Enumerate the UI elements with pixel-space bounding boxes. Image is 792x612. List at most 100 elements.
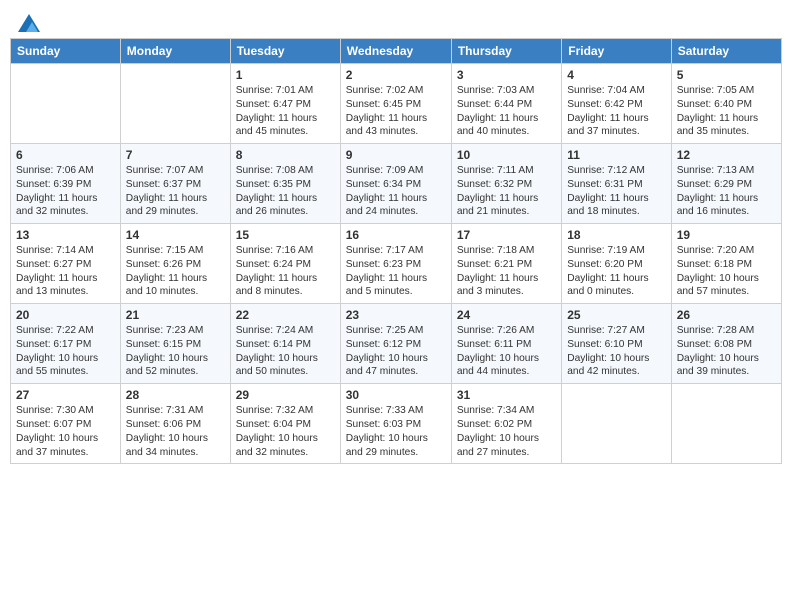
logo-icon [18, 14, 40, 32]
day-content: Sunrise: 7:03 AM Sunset: 6:44 PM Dayligh… [457, 84, 556, 139]
calendar-header: SundayMondayTuesdayWednesdayThursdayFrid… [11, 39, 782, 64]
calendar-cell: 1 Sunrise: 7:01 AM Sunset: 6:47 PM Daylig… [230, 64, 340, 144]
calendar-cell: 2 Sunrise: 7:02 AM Sunset: 6:45 PM Daylig… [340, 64, 451, 144]
day-number: 4 [567, 68, 665, 82]
calendar-week-1: 1 Sunrise: 7:01 AM Sunset: 6:47 PM Daylig… [11, 64, 782, 144]
day-number: 6 [16, 148, 115, 162]
day-number: 25 [567, 308, 665, 322]
day-content: Sunrise: 7:25 AM Sunset: 6:12 PM Dayligh… [346, 324, 446, 379]
calendar-cell: 13 Sunrise: 7:14 AM Sunset: 6:27 PM Dayli… [11, 224, 121, 304]
calendar-week-2: 6 Sunrise: 7:06 AM Sunset: 6:39 PM Daylig… [11, 144, 782, 224]
col-header-wednesday: Wednesday [340, 39, 451, 64]
calendar-cell: 5Sunrise: 7:05 AM Sunset: 6:40 PM Daylig… [671, 64, 781, 144]
col-header-saturday: Saturday [671, 39, 781, 64]
calendar-cell: 16 Sunrise: 7:17 AM Sunset: 6:23 PM Dayli… [340, 224, 451, 304]
calendar-cell: 17 Sunrise: 7:18 AM Sunset: 6:21 PM Dayli… [451, 224, 561, 304]
day-content: Sunrise: 7:02 AM Sunset: 6:45 PM Dayligh… [346, 84, 446, 139]
calendar-cell: 24 Sunrise: 7:26 AM Sunset: 6:11 PM Dayli… [451, 304, 561, 384]
calendar-cell: 26 Sunrise: 7:28 AM Sunset: 6:08 PM Dayli… [671, 304, 781, 384]
day-number: 22 [236, 308, 335, 322]
day-content: Sunrise: 7:13 AM Sunset: 6:29 PM Dayligh… [677, 164, 776, 219]
col-header-tuesday: Tuesday [230, 39, 340, 64]
calendar-cell: 23Sunrise: 7:25 AM Sunset: 6:12 PM Dayli… [340, 304, 451, 384]
day-number: 14 [126, 228, 225, 242]
day-content: Sunrise: 7:08 AM Sunset: 6:35 PM Dayligh… [236, 164, 335, 219]
calendar-cell: 27 Sunrise: 7:30 AM Sunset: 6:07 PM Dayli… [11, 384, 121, 464]
day-number: 5 [677, 68, 776, 82]
day-content: Sunrise: 7:31 AM Sunset: 6:06 PM Dayligh… [126, 404, 225, 459]
day-number: 13 [16, 228, 115, 242]
day-number: 8 [236, 148, 335, 162]
calendar-week-3: 13 Sunrise: 7:14 AM Sunset: 6:27 PM Dayli… [11, 224, 782, 304]
day-content: Sunrise: 7:33 AM Sunset: 6:03 PM Dayligh… [346, 404, 446, 459]
day-content: Sunrise: 7:24 AM Sunset: 6:14 PM Dayligh… [236, 324, 335, 379]
day-number: 9 [346, 148, 446, 162]
day-number: 16 [346, 228, 446, 242]
day-content: Sunrise: 7:07 AM Sunset: 6:37 PM Dayligh… [126, 164, 225, 219]
col-header-friday: Friday [562, 39, 671, 64]
day-content: Sunrise: 7:22 AM Sunset: 6:17 PM Dayligh… [16, 324, 115, 379]
calendar-cell: 3Sunrise: 7:03 AM Sunset: 6:44 PM Daylig… [451, 64, 561, 144]
calendar-cell: 21 Sunrise: 7:23 AM Sunset: 6:15 PM Dayli… [120, 304, 230, 384]
calendar-cell [671, 384, 781, 464]
day-content: Sunrise: 7:11 AM Sunset: 6:32 PM Dayligh… [457, 164, 556, 219]
calendar-cell: 30Sunrise: 7:33 AM Sunset: 6:03 PM Dayli… [340, 384, 451, 464]
day-number: 28 [126, 388, 225, 402]
day-content: Sunrise: 7:09 AM Sunset: 6:34 PM Dayligh… [346, 164, 446, 219]
day-content: Sunrise: 7:19 AM Sunset: 6:20 PM Dayligh… [567, 244, 665, 299]
day-content: Sunrise: 7:20 AM Sunset: 6:18 PM Dayligh… [677, 244, 776, 299]
calendar-cell: 7Sunrise: 7:07 AM Sunset: 6:37 PM Daylig… [120, 144, 230, 224]
calendar-cell: 18 Sunrise: 7:19 AM Sunset: 6:20 PM Dayli… [562, 224, 671, 304]
day-content: Sunrise: 7:17 AM Sunset: 6:23 PM Dayligh… [346, 244, 446, 299]
calendar-week-5: 27 Sunrise: 7:30 AM Sunset: 6:07 PM Dayli… [11, 384, 782, 464]
day-content: Sunrise: 7:27 AM Sunset: 6:10 PM Dayligh… [567, 324, 665, 379]
calendar-cell: 6 Sunrise: 7:06 AM Sunset: 6:39 PM Daylig… [11, 144, 121, 224]
day-number: 17 [457, 228, 556, 242]
calendar-cell: 14 Sunrise: 7:15 AM Sunset: 6:26 PM Dayli… [120, 224, 230, 304]
day-content: Sunrise: 7:15 AM Sunset: 6:26 PM Dayligh… [126, 244, 225, 299]
day-content: Sunrise: 7:01 AM Sunset: 6:47 PM Dayligh… [236, 84, 335, 139]
day-number: 11 [567, 148, 665, 162]
day-number: 31 [457, 388, 556, 402]
day-content: Sunrise: 7:28 AM Sunset: 6:08 PM Dayligh… [677, 324, 776, 379]
col-header-sunday: Sunday [11, 39, 121, 64]
day-content: Sunrise: 7:06 AM Sunset: 6:39 PM Dayligh… [16, 164, 115, 219]
day-content: Sunrise: 7:30 AM Sunset: 6:07 PM Dayligh… [16, 404, 115, 459]
col-header-monday: Monday [120, 39, 230, 64]
calendar-cell: 12 Sunrise: 7:13 AM Sunset: 6:29 PM Dayli… [671, 144, 781, 224]
day-content: Sunrise: 7:34 AM Sunset: 6:02 PM Dayligh… [457, 404, 556, 459]
day-content: Sunrise: 7:14 AM Sunset: 6:27 PM Dayligh… [16, 244, 115, 299]
calendar-cell: 31 Sunrise: 7:34 AM Sunset: 6:02 PM Dayli… [451, 384, 561, 464]
calendar: SundayMondayTuesdayWednesdayThursdayFrid… [0, 38, 792, 474]
calendar-cell [11, 64, 121, 144]
day-number: 12 [677, 148, 776, 162]
day-content: Sunrise: 7:12 AM Sunset: 6:31 PM Dayligh… [567, 164, 665, 219]
page-header [0, 0, 792, 38]
calendar-cell [120, 64, 230, 144]
day-content: Sunrise: 7:04 AM Sunset: 6:42 PM Dayligh… [567, 84, 665, 139]
day-number: 10 [457, 148, 556, 162]
day-number: 2 [346, 68, 446, 82]
col-header-thursday: Thursday [451, 39, 561, 64]
logo [16, 14, 40, 32]
day-number: 27 [16, 388, 115, 402]
day-content: Sunrise: 7:32 AM Sunset: 6:04 PM Dayligh… [236, 404, 335, 459]
calendar-cell: 15Sunrise: 7:16 AM Sunset: 6:24 PM Dayli… [230, 224, 340, 304]
day-number: 20 [16, 308, 115, 322]
calendar-cell: 11 Sunrise: 7:12 AM Sunset: 6:31 PM Dayli… [562, 144, 671, 224]
day-content: Sunrise: 7:23 AM Sunset: 6:15 PM Dayligh… [126, 324, 225, 379]
day-number: 26 [677, 308, 776, 322]
day-content: Sunrise: 7:26 AM Sunset: 6:11 PM Dayligh… [457, 324, 556, 379]
day-content: Sunrise: 7:18 AM Sunset: 6:21 PM Dayligh… [457, 244, 556, 299]
day-number: 21 [126, 308, 225, 322]
calendar-cell [562, 384, 671, 464]
day-content: Sunrise: 7:16 AM Sunset: 6:24 PM Dayligh… [236, 244, 335, 299]
calendar-cell: 10 Sunrise: 7:11 AM Sunset: 6:32 PM Dayli… [451, 144, 561, 224]
day-number: 29 [236, 388, 335, 402]
calendar-table: SundayMondayTuesdayWednesdayThursdayFrid… [10, 38, 782, 464]
day-number: 18 [567, 228, 665, 242]
day-number: 1 [236, 68, 335, 82]
day-number: 24 [457, 308, 556, 322]
calendar-cell: 8 Sunrise: 7:08 AM Sunset: 6:35 PM Daylig… [230, 144, 340, 224]
day-number: 19 [677, 228, 776, 242]
